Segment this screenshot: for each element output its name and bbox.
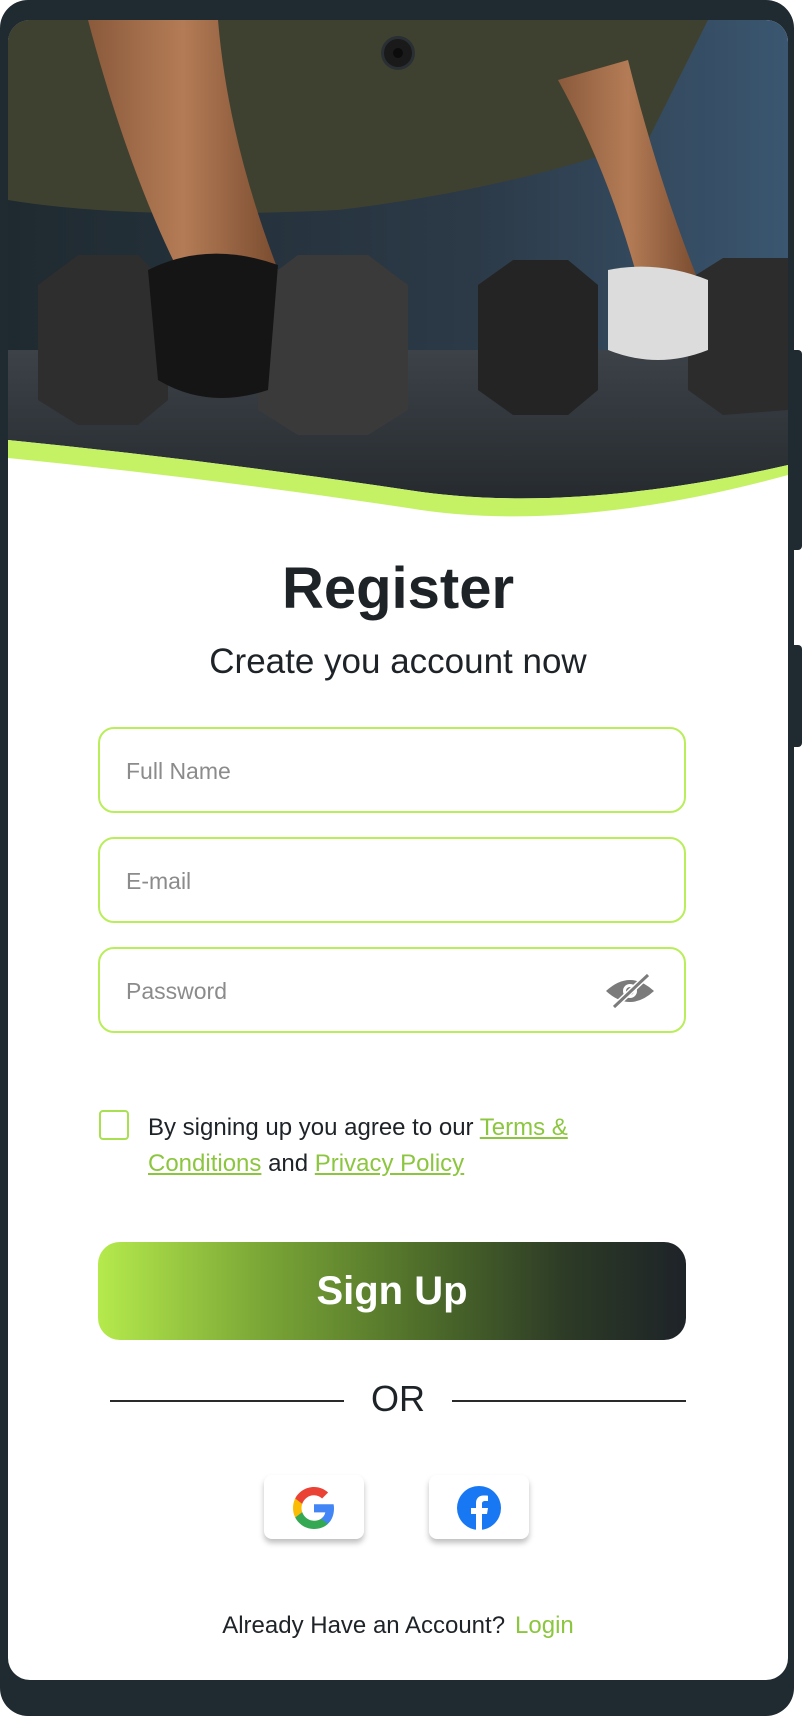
full-name-field[interactable] [98,727,686,813]
password-field[interactable] [98,947,686,1033]
and-text: and [261,1150,315,1177]
login-link[interactable]: Login [515,1612,574,1639]
facebook-icon [457,1486,501,1530]
divider-line-left [110,1400,344,1402]
sign-up-button[interactable]: Sign Up [98,1242,686,1340]
eye-hidden-icon[interactable] [604,973,656,1009]
divider-line-right [452,1400,686,1402]
password-input[interactable] [124,949,608,1033]
page-title: Register [281,556,515,621]
privacy-link[interactable]: Privacy Policy [315,1150,464,1177]
login-prompt: Already Have an Account? Login [8,1612,788,1640]
screen: Register Create you account now By signi… [8,20,788,1680]
or-divider-text: OR [371,1378,425,1419]
page-subtitle: Create you account now [209,642,587,681]
side-button [794,350,802,550]
email-field[interactable] [98,837,686,923]
hero-gym-image [8,20,788,560]
agree-text: By signing up you agree to our [148,1114,480,1141]
email-input[interactable] [124,839,608,923]
full-name-input[interactable] [124,729,608,813]
google-icon [293,1487,334,1529]
front-camera [381,36,415,70]
google-login-button[interactable] [264,1475,364,1539]
already-account-text: Already Have an Account? [222,1612,506,1639]
terms-text: By signing up you agree to our Terms & C… [148,1110,668,1182]
terms-checkbox[interactable] [99,1110,129,1140]
side-button [794,645,802,747]
facebook-login-button[interactable] [429,1475,529,1539]
